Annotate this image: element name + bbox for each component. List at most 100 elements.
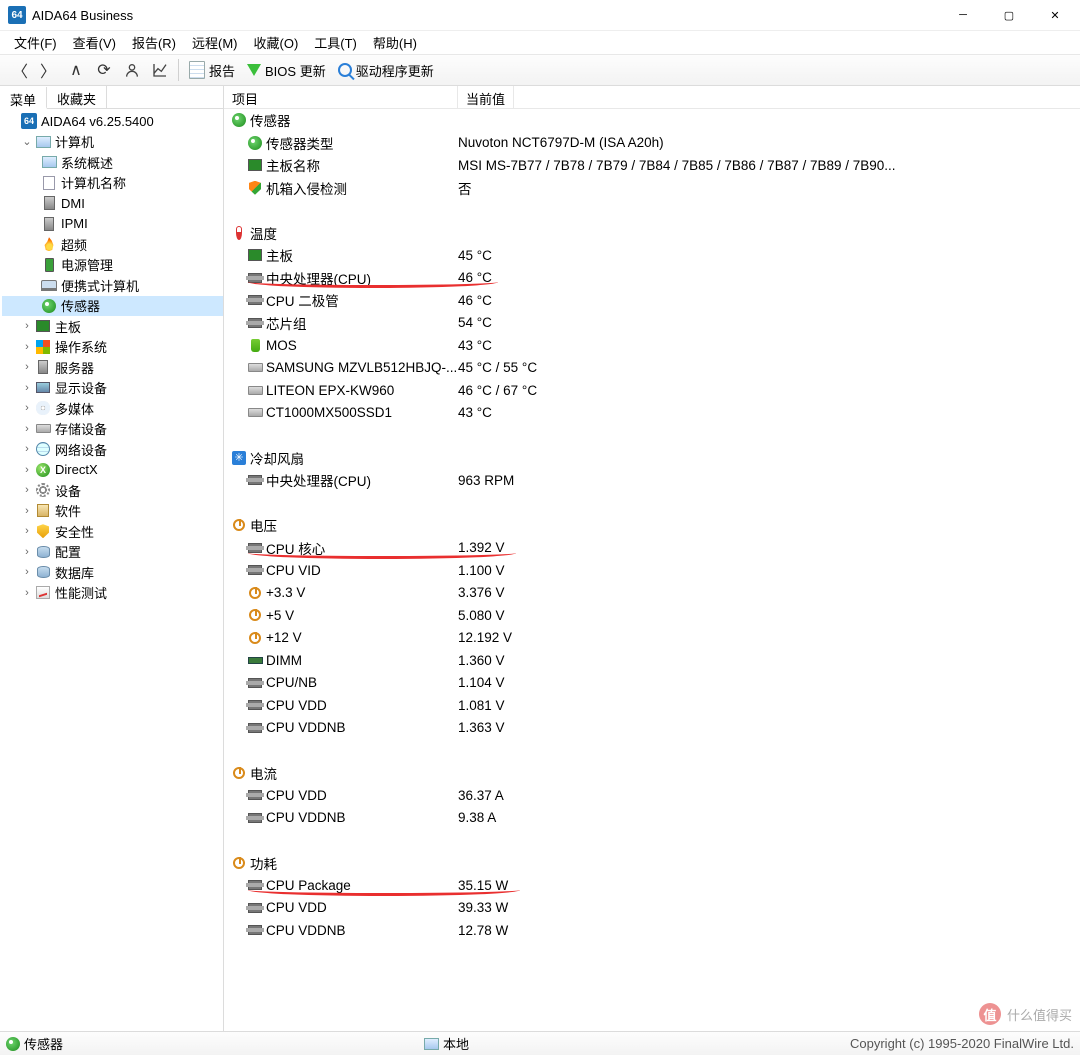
menu-file[interactable]: 文件(F) [6, 31, 65, 54]
list-row[interactable]: CPU VID1.100 V [224, 559, 1080, 582]
tree-item[interactable]: IPMI [2, 214, 223, 235]
col-item[interactable]: 项目 [224, 86, 458, 108]
list-row[interactable]: 中央处理器(CPU)46 °C [224, 267, 1080, 290]
tree-item[interactable]: ›网络设备 [2, 439, 223, 460]
list-row[interactable]: CPU/NB1.104 V [224, 672, 1080, 695]
tree-item[interactable]: 电源管理 [2, 255, 223, 276]
tree-item-label: 软件 [55, 501, 81, 520]
row-label: CPU VDD [266, 788, 458, 803]
col-value[interactable]: 当前值 [458, 86, 514, 108]
section-current[interactable]: 电流 [224, 762, 1080, 785]
driver-update-button[interactable]: 驱动程序更新 [332, 61, 440, 80]
row-value: Nuvoton NCT6797D-M (ISA A20h) [458, 135, 1080, 150]
row-label: 机箱入侵检测 [266, 178, 458, 198]
tree-item[interactable]: ›显示设备 [2, 378, 223, 399]
bios-update-button[interactable]: BIOS 更新 [241, 61, 332, 80]
tree-item[interactable]: ›数据库 [2, 562, 223, 583]
tree-item[interactable]: ›性能测试 [2, 583, 223, 604]
tree-root[interactable]: 64AIDA64 v6.25.5400 [2, 111, 223, 132]
tree-item[interactable]: ›多媒体 [2, 398, 223, 419]
section-fan[interactable]: ✳冷却风扇 [224, 447, 1080, 470]
menu-help[interactable]: 帮助(H) [365, 31, 425, 54]
graph-button[interactable] [146, 56, 174, 84]
row-label: 芯片组 [266, 313, 458, 333]
row-label: CPU/NB [266, 675, 458, 690]
list-row[interactable]: CPU Package35.15 W [224, 874, 1080, 897]
tree-item[interactable]: ›主板 [2, 316, 223, 337]
menu-remote[interactable]: 远程(M) [184, 31, 246, 54]
list-row[interactable]: SAMSUNG MZVLB512HBJQ-...45 °C / 55 °C [224, 357, 1080, 380]
maximize-button[interactable]: ▢ [986, 0, 1032, 30]
list-row[interactable]: 主板45 °C [224, 244, 1080, 267]
refresh-button[interactable]: ⟳ [90, 56, 118, 84]
tree-item[interactable]: ›配置 [2, 542, 223, 563]
section-volt[interactable]: 电压 [224, 514, 1080, 537]
list-row[interactable]: CPU VDDNB1.363 V [224, 717, 1080, 740]
list-row[interactable]: +5 V5.080 V [224, 604, 1080, 627]
list-row[interactable]: CPU 核心1.392 V [224, 537, 1080, 560]
tree-item[interactable]: ›服务器 [2, 357, 223, 378]
tree-item[interactable]: 便携式计算机 [2, 275, 223, 296]
driver-label: 驱动程序更新 [356, 61, 434, 80]
list-row[interactable]: 芯片组54 °C [224, 312, 1080, 335]
section-sensor[interactable]: 传感器 [224, 109, 1080, 132]
section-label: 传感器 [250, 110, 458, 130]
list-row[interactable]: 中央处理器(CPU)963 RPM [224, 469, 1080, 492]
tree-item[interactable]: DMI [2, 193, 223, 214]
section-power[interactable]: 功耗 [224, 852, 1080, 875]
status-mid: 本地 [424, 1034, 850, 1053]
list-row[interactable]: 机箱入侵检测否 [224, 177, 1080, 200]
list-row[interactable]: CPU VDD39.33 W [224, 897, 1080, 920]
menu-report[interactable]: 报告(R) [124, 31, 184, 54]
row-value: 5.080 V [458, 608, 1080, 623]
tab-menu[interactable]: 菜单 [0, 87, 47, 109]
tree[interactable]: 64AIDA64 v6.25.5400 ⌄计算机 系统概述 计算机名称 DMI … [0, 109, 223, 1031]
tree-item[interactable]: 超频 [2, 234, 223, 255]
list-row[interactable]: CPU VDD36.37 A [224, 784, 1080, 807]
list-row[interactable]: DIMM1.360 V [224, 649, 1080, 672]
tree-item-label: 服务器 [55, 358, 94, 377]
list-row[interactable]: CPU VDDNB9.38 A [224, 807, 1080, 830]
tree-sensor[interactable]: 传感器 [2, 296, 223, 317]
menu-tools[interactable]: 工具(T) [306, 31, 365, 54]
tree-root-label: AIDA64 v6.25.5400 [41, 114, 154, 129]
tree-item[interactable]: ›存储设备 [2, 419, 223, 440]
up-button[interactable]: ∧ [62, 56, 90, 84]
tree-item[interactable]: 计算机名称 [2, 173, 223, 194]
status-copyright: Copyright (c) 1995-2020 FinalWire Ltd. [850, 1036, 1074, 1051]
rows[interactable]: 传感器 传感器类型Nuvoton NCT6797D-M (ISA A20h) 主… [224, 109, 1080, 1031]
row-value: 36.37 A [458, 788, 1080, 803]
tree-item[interactable]: ›安全性 [2, 521, 223, 542]
row-value: 54 °C [458, 315, 1080, 330]
tree-item[interactable]: 系统概述 [2, 152, 223, 173]
list-row[interactable]: MOS43 °C [224, 334, 1080, 357]
close-button[interactable]: ✕ [1032, 0, 1078, 30]
tree-item[interactable]: ›软件 [2, 501, 223, 522]
list-row[interactable]: 主板名称MSI MS-7B77 / 7B78 / 7B79 / 7B84 / 7… [224, 154, 1080, 177]
list-row[interactable]: CT1000MX500SSD143 °C [224, 402, 1080, 425]
tree-item-label: 电源管理 [61, 255, 113, 274]
tree-item[interactable]: ›XDirectX [2, 460, 223, 481]
person-button[interactable] [118, 56, 146, 84]
tab-favorites[interactable]: 收藏夹 [47, 86, 107, 108]
back-button[interactable]: 〈 [6, 56, 34, 84]
forward-button[interactable]: 〉 [34, 56, 62, 84]
list-row[interactable]: CPU 二极管46 °C [224, 289, 1080, 312]
report-button[interactable]: 报告 [183, 61, 241, 80]
tree-item-label: 便携式计算机 [61, 276, 139, 295]
list-row[interactable]: +12 V12.192 V [224, 627, 1080, 650]
menu-fav[interactable]: 收藏(O) [246, 31, 307, 54]
list-row[interactable]: +3.3 V3.376 V [224, 582, 1080, 605]
tree-computer[interactable]: ⌄计算机 [2, 132, 223, 153]
tree-item[interactable]: ›操作系统 [2, 337, 223, 358]
menu-view[interactable]: 查看(V) [65, 31, 124, 54]
row-value: 46 °C [458, 293, 1080, 308]
list-row[interactable]: LITEON EPX-KW96046 °C / 67 °C [224, 379, 1080, 402]
tree-item[interactable]: ›设备 [2, 480, 223, 501]
right-panel: 项目 当前值 传感器 传感器类型Nuvoton NCT6797D-M (ISA … [224, 86, 1080, 1031]
list-row[interactable]: CPU VDDNB12.78 W [224, 919, 1080, 942]
list-row[interactable]: CPU VDD1.081 V [224, 694, 1080, 717]
list-row[interactable]: 传感器类型Nuvoton NCT6797D-M (ISA A20h) [224, 132, 1080, 155]
section-temp[interactable]: 温度 [224, 222, 1080, 245]
minimize-button[interactable]: ─ [940, 0, 986, 30]
